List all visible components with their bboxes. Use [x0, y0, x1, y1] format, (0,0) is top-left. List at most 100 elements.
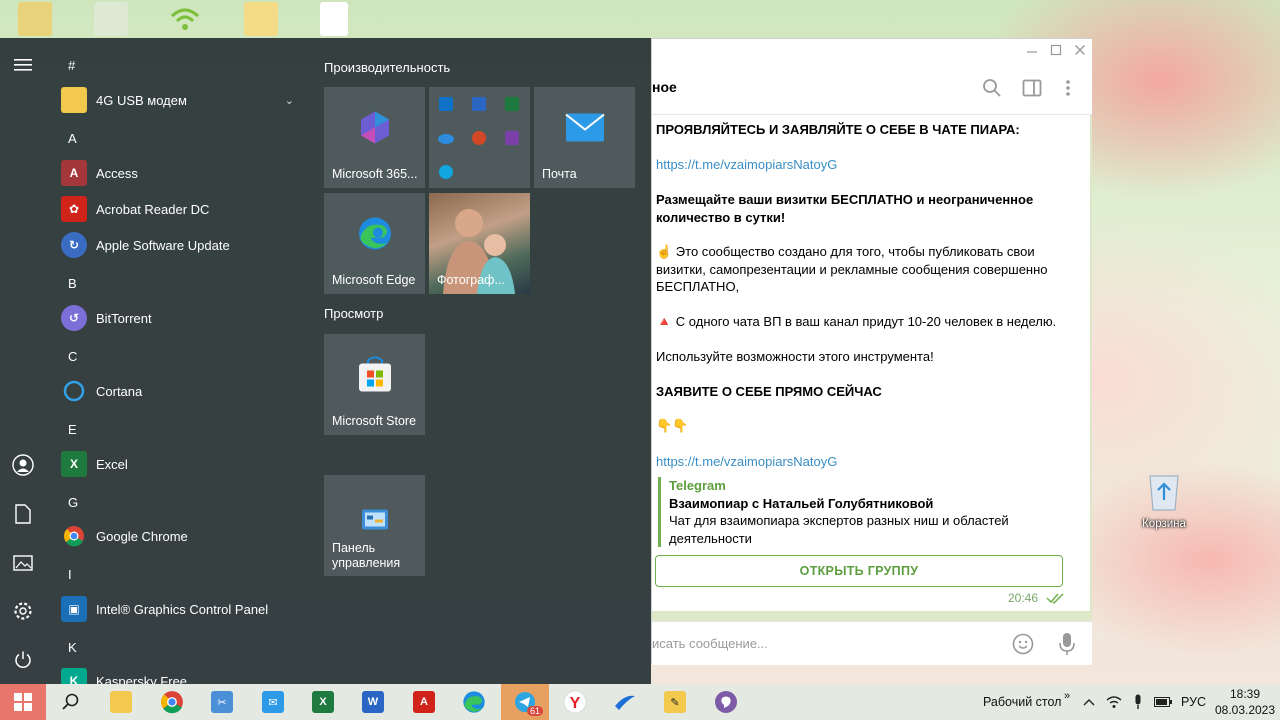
letter-header-e[interactable]: E [68, 422, 77, 437]
battery-tray-icon[interactable] [1154, 684, 1172, 720]
app-item-cortana[interactable]: Cortana [58, 374, 142, 408]
access-icon: A [61, 160, 87, 186]
tile-photos[interactable]: Фотограф... [429, 193, 530, 294]
letter-header-a[interactable]: A [68, 131, 77, 146]
taskbar-acrobat[interactable]: A [401, 684, 447, 720]
group-title-browse[interactable]: Просмотр [324, 306, 383, 321]
wifi-icon[interactable] [168, 2, 202, 36]
sidebar-toggle-icon[interactable] [1022, 78, 1042, 98]
taskbar-chrome[interactable] [149, 684, 195, 720]
taskbar-word[interactable]: W [350, 684, 396, 720]
mail-envelope-icon: ✉ [262, 691, 284, 713]
wifi-tray-icon[interactable] [1106, 684, 1122, 720]
app-item-4g-usb-modem[interactable]: 4G USB модем ⌄ [58, 83, 304, 117]
pictures-icon[interactable] [8, 548, 38, 578]
app-item-intel-graphics[interactable]: ▣ Intel® Graphics Control Panel [58, 592, 268, 626]
letter-header-i[interactable]: I [68, 567, 72, 582]
folder-icon[interactable] [244, 2, 278, 36]
toolbar-chevron-icon[interactable]: » [1064, 678, 1070, 714]
chat-title[interactable]: ное [652, 79, 677, 95]
documents-icon[interactable] [8, 499, 38, 529]
user-folder-icon[interactable] [18, 2, 52, 36]
app-item-acrobat[interactable]: ✿ Acrobat Reader DC [58, 192, 209, 226]
document-icon[interactable] [320, 2, 348, 36]
message-link[interactable]: https://t.me/vzaimopiarsNatoyG [656, 453, 1066, 471]
app-label: Kaspersky Free [96, 673, 188, 685]
intel-icon: ▣ [61, 596, 87, 622]
hamburger-menu-icon[interactable] [8, 50, 38, 80]
app-item-kaspersky[interactable]: K Kaspersky Free [58, 664, 187, 684]
taskbar-app-viber[interactable] [703, 684, 749, 720]
settings-gear-icon[interactable] [8, 596, 38, 626]
more-options-icon[interactable] [1062, 78, 1074, 98]
acrobat-icon: A [413, 691, 435, 713]
chrome-icon [61, 523, 87, 549]
app-item-google-chrome[interactable]: Google Chrome [58, 519, 188, 553]
message-link[interactable]: https://t.me/vzaimopiarsNatoyG [656, 156, 1066, 174]
message-line: ПРОЯВЛЯЙТЕСЬ И ЗАЯВЛЯЙТЕ О СЕБЕ В ЧАТЕ П… [656, 122, 1020, 137]
taskbar: ✂ ✉ X W A 61 Y ✎ Рабочий стол » РУС 18:3… [0, 684, 1280, 720]
search-icon[interactable] [982, 78, 1002, 98]
tile-microsoft-365[interactable]: Microsoft 365... [324, 87, 425, 188]
close-icon[interactable] [1074, 43, 1086, 55]
taskbar-app-notes[interactable]: ✎ [652, 684, 698, 720]
desktop-top-strip [0, 0, 1280, 38]
recycle-bin-label: Корзина [1142, 518, 1186, 530]
recycle-bin-desktop-icon[interactable]: Корзина [1136, 470, 1192, 534]
taskbar-file-explorer[interactable] [98, 684, 144, 720]
group-title-productivity[interactable]: Производительность [324, 60, 450, 75]
message-line: 🔺 С одного чата ВП в ваш канал придут 10… [656, 314, 1057, 329]
link-preview[interactable]: Telegram Взаимопиар с Натальей Голубятни… [658, 477, 1062, 547]
taskbar-edge[interactable] [451, 684, 497, 720]
app-label: Acrobat Reader DC [96, 201, 210, 217]
letter-header-g[interactable]: G [68, 495, 78, 510]
letter-header-b[interactable]: B [68, 276, 77, 291]
taskbar-mail[interactable]: ✉ [250, 684, 296, 720]
start-button[interactable] [0, 684, 46, 720]
message-input[interactable]: исать сообщение... [652, 636, 768, 651]
letter-header-c[interactable]: C [68, 349, 77, 364]
excel-icon: X [61, 451, 87, 477]
clock[interactable]: 18:39 08.03.2023 [1214, 686, 1276, 720]
taskbar-yandex[interactable]: Y [552, 684, 598, 720]
minimize-icon[interactable] [1026, 43, 1038, 55]
emoji-icon[interactable] [1012, 633, 1034, 655]
preview-title: Взаимопиар с Натальей Голубятниковой [669, 495, 934, 511]
microphone-icon[interactable] [1058, 632, 1076, 656]
chat-area: ПРОЯВЛЯЙТЕСЬ И ЗАЯВЛЯЙТЕ О СЕБЕ В ЧАТЕ П… [652, 115, 1092, 621]
microphone-tray-icon[interactable] [1133, 684, 1143, 720]
taskbar-excel[interactable]: X [300, 684, 346, 720]
message-line: ☝️ Это сообщество создано для того, чтоб… [656, 244, 1048, 294]
maximize-icon[interactable] [1050, 43, 1062, 56]
taskbar-app-blue[interactable] [602, 684, 648, 720]
tile-microsoft-edge[interactable]: Microsoft Edge [324, 193, 425, 294]
tile-control-panel[interactable]: Панель управления [324, 475, 425, 576]
tile-mail[interactable]: Почта [534, 87, 635, 188]
app-item-excel[interactable]: X Excel [58, 447, 128, 481]
message-emoji: 👇👇 [656, 418, 689, 433]
open-group-button[interactable]: ОТКРЫТЬ ГРУППУ [655, 555, 1063, 587]
language-indicator[interactable]: РУС [1181, 684, 1206, 720]
tile-label: Microsoft Store [332, 414, 417, 428]
tile-microsoft-store[interactable]: Microsoft Store [324, 334, 425, 435]
app-label: Google Chrome [96, 528, 188, 544]
excel-file-icon[interactable] [94, 2, 128, 36]
taskbar-telegram[interactable]: 61 [501, 684, 549, 720]
chevron-down-icon[interactable]: ⌄ [285, 94, 294, 107]
tile-label: Microsoft Edge [332, 273, 416, 287]
power-icon[interactable] [8, 645, 38, 675]
taskbar-snipping-tool[interactable]: ✂ [199, 684, 245, 720]
letter-header-hash[interactable]: # [68, 58, 75, 73]
user-account-icon[interactable] [8, 450, 38, 480]
desktop-toolbar-label[interactable]: Рабочий стол [983, 684, 1061, 720]
app-item-access[interactable]: A Access [58, 156, 138, 190]
tray-overflow-icon[interactable] [1083, 684, 1095, 720]
taskbar-search-button[interactable] [48, 684, 94, 720]
app-item-bittorrent[interactable]: ↺ BitTorrent [58, 301, 152, 335]
app-item-apple-software-update[interactable]: ↻ Apple Software Update [58, 228, 230, 262]
tile-office-apps-folder[interactable] [429, 87, 530, 188]
app-label: Cortana [96, 383, 143, 399]
preview-site: Telegram [669, 478, 726, 493]
scissors-icon: ✂ [211, 691, 233, 713]
letter-header-k[interactable]: K [68, 640, 77, 655]
